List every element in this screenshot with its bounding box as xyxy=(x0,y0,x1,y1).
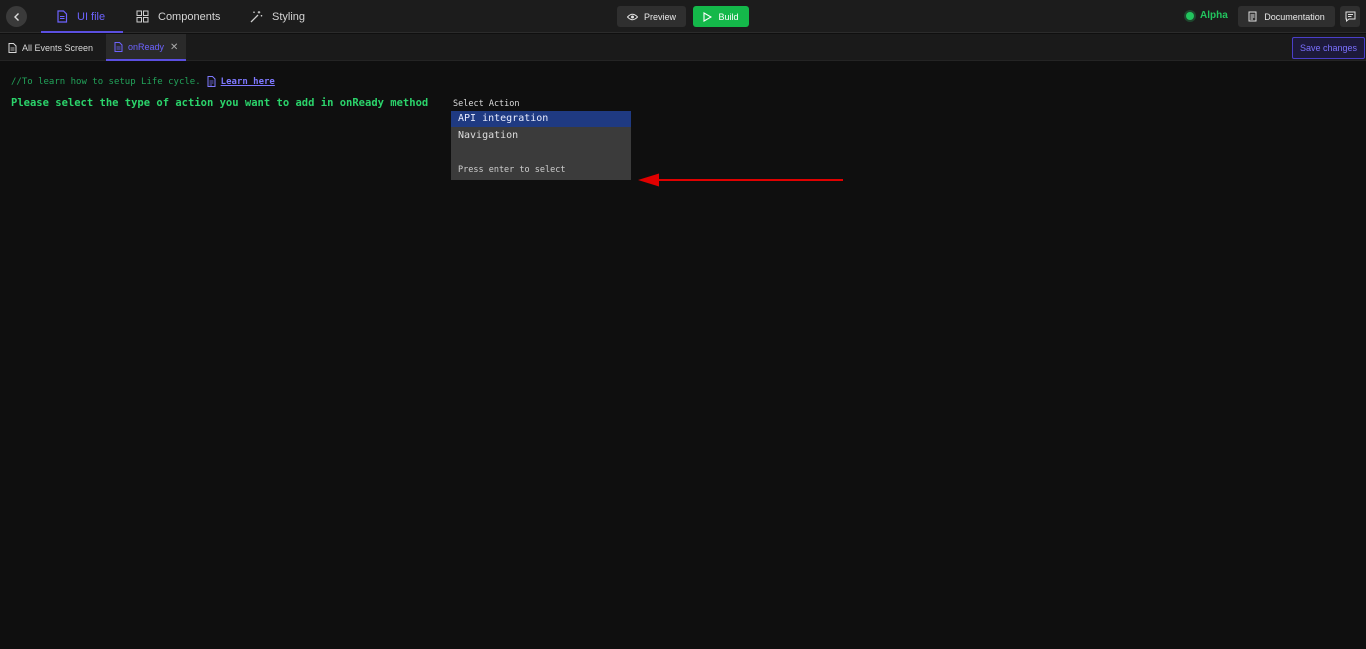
file-tab-bar: All Events Screen onReady ✕ Save changes xyxy=(0,34,1366,61)
close-tab-icon[interactable]: ✕ xyxy=(170,42,178,53)
chat-icon xyxy=(1345,11,1355,22)
top-bar: UI file Components Styling Preview Build… xyxy=(0,0,1366,33)
back-button[interactable] xyxy=(6,6,27,27)
dropdown-hint: Press enter to select xyxy=(458,165,566,175)
tab-ui-file-label: UI file xyxy=(77,10,106,23)
file-icon xyxy=(114,41,123,52)
red-arrow-annotation xyxy=(638,173,843,187)
learn-here-link[interactable]: Learn here xyxy=(207,76,275,87)
document-icon xyxy=(1248,11,1257,22)
build-label: Build xyxy=(718,11,739,22)
preview-label: Preview xyxy=(643,11,676,22)
alpha-status: Alpha xyxy=(1186,10,1228,21)
file-tab-all-events-label: All Events Screen xyxy=(22,42,94,53)
file-tab-onready[interactable]: onReady ✕ xyxy=(106,34,186,61)
option-navigation[interactable]: Navigation xyxy=(451,128,631,144)
file-icon xyxy=(8,42,17,53)
option-api-integration[interactable]: API integration xyxy=(451,111,631,127)
documentation-button[interactable]: Documentation xyxy=(1238,6,1335,27)
code-editor[interactable]: //To learn how to setup Life cycle. Lear… xyxy=(0,62,1366,649)
action-dropdown[interactable]: API integration Navigation Press enter t… xyxy=(451,111,631,180)
play-icon xyxy=(703,11,713,22)
status-dot-icon xyxy=(1186,11,1194,20)
file-icon xyxy=(57,10,68,23)
tab-components-label: Components xyxy=(158,10,221,23)
save-changes-label: Save changes xyxy=(1299,43,1358,53)
tab-components[interactable]: Components xyxy=(136,0,220,33)
documentation-label: Documentation xyxy=(1264,11,1325,22)
comment-text: //To learn how to setup Life cycle. xyxy=(11,76,201,87)
chevron-left-icon xyxy=(13,12,19,21)
select-action-label: Select Action xyxy=(453,99,520,109)
build-button[interactable]: Build xyxy=(693,6,749,27)
save-changes-button[interactable]: Save changes xyxy=(1292,37,1365,59)
grid-icon xyxy=(136,10,149,23)
prompt-text: Please select the type of action you wan… xyxy=(11,97,429,109)
file-tab-all-events-screen[interactable]: All Events Screen xyxy=(8,34,93,61)
preview-button[interactable]: Preview xyxy=(617,6,686,27)
alpha-label: Alpha xyxy=(1200,10,1228,21)
magic-wand-icon xyxy=(250,11,263,23)
eye-icon xyxy=(626,13,638,20)
comment-line: //To learn how to setup Life cycle. Lear… xyxy=(11,76,275,87)
tab-styling-label: Styling xyxy=(272,10,306,23)
learn-here-label: Learn here xyxy=(220,76,275,87)
tab-styling[interactable]: Styling xyxy=(249,0,305,33)
file-tab-onready-label: onReady xyxy=(128,41,165,52)
document-icon xyxy=(207,76,216,87)
tab-ui-file[interactable]: UI file xyxy=(41,0,123,33)
chat-button[interactable] xyxy=(1340,6,1360,27)
